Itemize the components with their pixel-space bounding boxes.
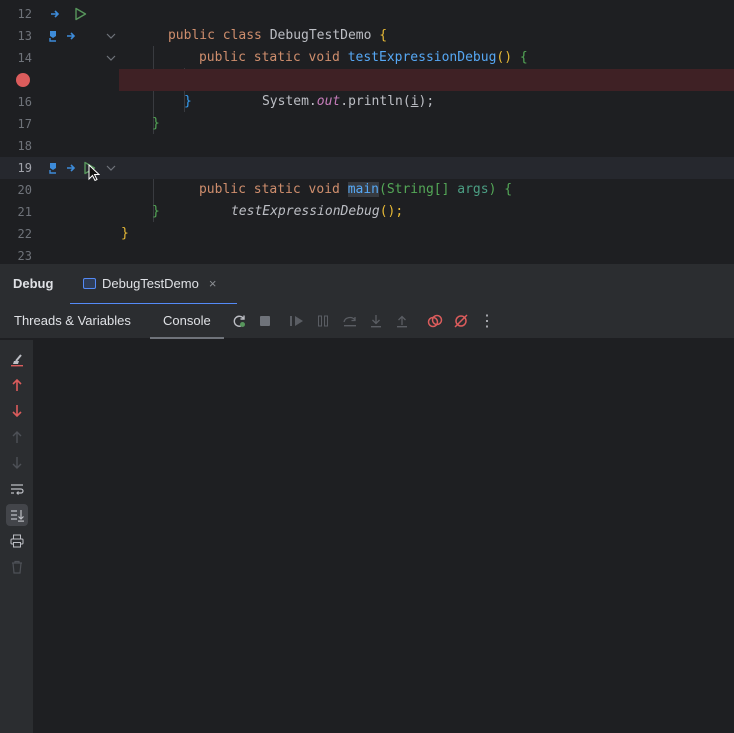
console-side-toolbar bbox=[0, 340, 34, 733]
console-output[interactable] bbox=[35, 340, 734, 733]
line-number: 14 bbox=[17, 51, 32, 65]
code-line: 22 } bbox=[0, 223, 734, 245]
soft-wrap-icon[interactable] bbox=[9, 481, 25, 497]
print-icon[interactable] bbox=[9, 533, 25, 549]
code-token: } bbox=[121, 226, 129, 241]
code-line: 12 public class DebugTestDemo { bbox=[0, 3, 734, 43]
arrow-down-icon[interactable] bbox=[9, 403, 25, 419]
fold-chevron-icon[interactable] bbox=[105, 50, 117, 66]
line-number: 16 bbox=[17, 95, 32, 109]
mute-breakpoints-icon[interactable] bbox=[453, 313, 469, 329]
debug-run-arrow-icon[interactable] bbox=[64, 28, 78, 44]
code-line: System.out.println(i); bbox=[0, 69, 734, 109]
code-line: 13 public static void testExpressionDebu… bbox=[0, 25, 734, 65]
code-line: 16 } bbox=[0, 91, 734, 113]
line-number: 18 bbox=[17, 139, 32, 153]
code-line: 23 bbox=[0, 245, 734, 263]
line-number: 17 bbox=[17, 117, 32, 131]
debug-run-arrow-icon[interactable] bbox=[64, 160, 78, 176]
line-number: 20 bbox=[17, 183, 32, 197]
scroll-to-end-icon[interactable] bbox=[6, 504, 28, 526]
close-tab-icon[interactable]: × bbox=[209, 276, 217, 291]
line-number: 19 bbox=[17, 161, 32, 175]
view-breakpoints-icon[interactable] bbox=[427, 313, 443, 329]
code-line-current: 19 public static void main(String[] args… bbox=[0, 157, 734, 197]
code-token: } bbox=[152, 116, 160, 131]
debug-refresh-icon[interactable] bbox=[46, 28, 60, 44]
code-line: 20 testExpressionDebug(); bbox=[0, 179, 734, 219]
tab-threads-variables[interactable]: Threads & Variables bbox=[14, 304, 131, 339]
run-config-tab-label: DebugTestDemo bbox=[102, 276, 199, 291]
fold-chevron-icon[interactable] bbox=[105, 160, 117, 176]
code-line: 18 bbox=[0, 135, 734, 157]
run-icon[interactable] bbox=[72, 6, 88, 22]
code-line: 17 } bbox=[0, 113, 734, 135]
line-number: 12 bbox=[17, 7, 32, 21]
tab-console[interactable]: Console bbox=[150, 304, 224, 339]
fold-chevron-icon[interactable] bbox=[105, 28, 117, 44]
debug-run-arrow-icon[interactable] bbox=[48, 6, 62, 22]
line-number: 13 bbox=[17, 29, 32, 43]
stop-icon[interactable] bbox=[257, 313, 273, 329]
debug-refresh-icon[interactable] bbox=[46, 160, 60, 176]
arrow-up-icon[interactable] bbox=[9, 377, 25, 393]
line-number: 22 bbox=[17, 227, 32, 241]
pause-icon[interactable] bbox=[315, 313, 331, 329]
tool-window-title: Debug bbox=[13, 276, 54, 291]
up-arrow-disabled-icon[interactable] bbox=[9, 429, 25, 445]
clear-brush-icon[interactable] bbox=[9, 352, 25, 368]
step-into-icon[interactable] bbox=[368, 313, 384, 329]
debug-toolbar: Threads & Variables Console ⋮ bbox=[0, 304, 734, 339]
code-token: } bbox=[184, 94, 192, 109]
code-editor[interactable]: 12 public class DebugTestDemo { 13 publi… bbox=[0, 0, 734, 263]
more-options-icon[interactable]: ⋮ bbox=[479, 313, 495, 330]
step-out-icon[interactable] bbox=[394, 313, 410, 329]
breakpoint-icon[interactable] bbox=[16, 73, 30, 87]
run-config-tab[interactable]: DebugTestDemo × bbox=[70, 264, 237, 305]
code-line: 21 } bbox=[0, 201, 734, 223]
trash-icon[interactable] bbox=[9, 559, 25, 575]
step-over-icon[interactable] bbox=[342, 313, 358, 329]
resume-icon[interactable] bbox=[289, 313, 305, 329]
down-arrow-disabled-icon[interactable] bbox=[9, 455, 25, 471]
debug-tool-window-header: Debug DebugTestDemo × bbox=[0, 263, 734, 305]
console-window-icon bbox=[83, 278, 96, 289]
code-line: 14 for (int i = 1; i < 10; i++) { bbox=[0, 47, 734, 87]
line-number: 21 bbox=[17, 205, 32, 219]
line-number: 23 bbox=[17, 249, 32, 263]
rerun-icon[interactable] bbox=[231, 313, 247, 329]
code-token: } bbox=[152, 204, 160, 219]
